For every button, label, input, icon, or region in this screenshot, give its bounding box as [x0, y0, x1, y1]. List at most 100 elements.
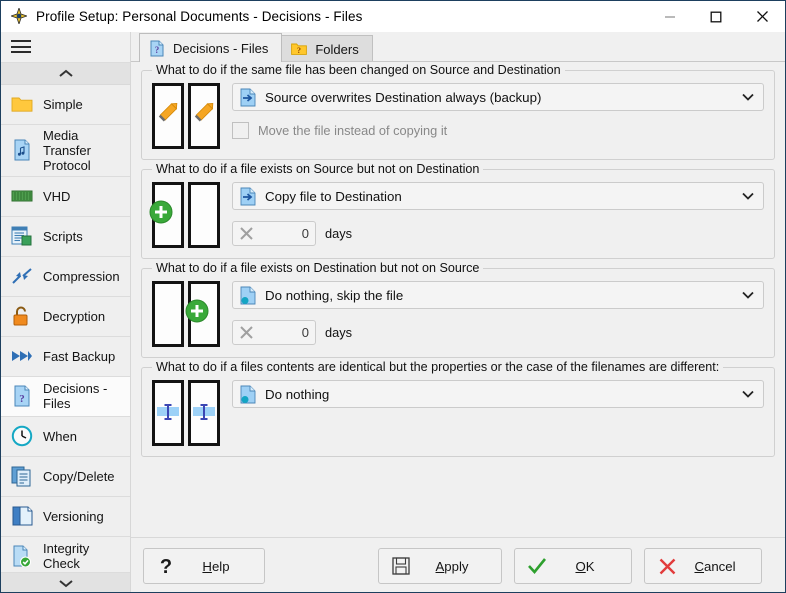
blue-dot-file-icon — [239, 285, 257, 305]
tab-folders[interactable]: ? Folders — [281, 35, 373, 62]
tab-strip: ? Decisions - Files ? Folders — [131, 32, 785, 62]
menu-button[interactable] — [1, 32, 130, 62]
script-icon — [11, 225, 33, 247]
question-folder-icon: ? — [291, 41, 308, 57]
sidebar-item-label: Decryption — [43, 308, 106, 324]
sidebar-item-decryption[interactable]: Decryption — [1, 296, 130, 337]
group-title: What to do if the same file has been cha… — [152, 63, 565, 77]
sidebar-item-fast-backup[interactable]: Fast Backup — [1, 336, 130, 377]
sidebar-scroll-up-button[interactable] — [1, 61, 130, 84]
spinner-row-destination-only: 0 days — [232, 320, 764, 345]
days-value: 0 — [301, 325, 309, 340]
sidebar-item-copy-delete[interactable]: Copy/Delete — [1, 456, 130, 497]
clock-icon — [11, 425, 33, 447]
group-title: What to do if a file exists on Source bu… — [152, 162, 484, 176]
question-mark-icon: ? — [154, 555, 178, 577]
group-destination-only: What to do if a file exists on Destinati… — [141, 261, 775, 358]
combo-value: Source overwrites Destination always (ba… — [265, 89, 542, 105]
sidebar-item-label: When — [43, 428, 77, 444]
folder-icon — [11, 93, 33, 115]
sidebar-item-scripts[interactable]: Scripts — [1, 216, 130, 257]
music-file-icon — [11, 139, 33, 161]
grey-x-icon — [237, 325, 255, 340]
sidebar-item-label: Integrity Check — [43, 541, 90, 572]
sidebar-item-compression[interactable]: Compression — [1, 256, 130, 297]
maximize-button[interactable] — [693, 1, 739, 32]
copy-icon — [11, 465, 33, 487]
combo-identical-contents[interactable]: Do nothing — [232, 380, 764, 408]
sidebar-item-label: Compression — [43, 268, 120, 284]
window-title: Profile Setup: Personal Documents - Deci… — [36, 8, 363, 24]
combo-destination-only[interactable]: Do nothing, skip the file — [232, 281, 764, 309]
chevron-down-icon — [58, 580, 73, 588]
two-pages-pencil-pencil-icon — [152, 83, 220, 149]
cancel-button[interactable]: Cancel — [644, 548, 762, 584]
group-title: What to do if a file exists on Destinati… — [152, 261, 484, 275]
profile-setup-window: Profile Setup: Personal Documents - Deci… — [0, 0, 786, 593]
sidebar-item-label: VHD — [43, 188, 71, 204]
sidebar-item-vhd[interactable]: VHD — [1, 176, 130, 217]
combo-value: Do nothing, skip the file — [265, 287, 404, 303]
hamburger-icon — [11, 37, 31, 57]
sidebar-item-when[interactable]: When — [1, 416, 130, 457]
sidebar-item-label: Decisions - Files — [43, 381, 108, 412]
floppy-disk-icon — [389, 555, 413, 577]
sidebar-item-media-transfer-protocol[interactable]: Media Transfer Protocol — [1, 124, 130, 177]
settings-content: What to do if the same file has been cha… — [131, 62, 785, 537]
check-file-icon — [11, 545, 33, 568]
tab-decisions-files[interactable]: ? Decisions - Files — [139, 33, 283, 62]
chevron-down-icon[interactable] — [733, 390, 763, 398]
days-spinner[interactable]: 0 — [232, 221, 316, 246]
dialog-button-bar: ? Help Apply OK Cancel — [131, 537, 785, 592]
svg-text:?: ? — [160, 556, 172, 577]
sidebar-scroll-down-button[interactable] — [1, 572, 130, 592]
checkbox-row-move-file[interactable]: Move the file instead of copying it — [232, 122, 764, 139]
ok-button[interactable]: OK — [514, 548, 632, 584]
days-unit-label: days — [325, 325, 353, 340]
chevron-up-icon — [58, 69, 73, 77]
group-source-only: What to do if a file exists on Source bu… — [141, 162, 775, 259]
window-body: Simple Media Transfer Protocol VHD Scrip… — [1, 32, 785, 592]
apply-button[interactable]: Apply — [378, 548, 502, 584]
combo-source-only[interactable]: Copy file to Destination — [232, 182, 764, 210]
title-bar: Profile Setup: Personal Documents - Deci… — [1, 1, 785, 32]
close-button[interactable] — [739, 1, 785, 32]
ok-label: OK — [575, 558, 595, 574]
chevron-down-icon[interactable] — [733, 291, 763, 299]
sidebar-item-label: Versioning — [43, 508, 104, 524]
sidebar-item-label: Scripts — [43, 228, 83, 244]
svg-text:?: ? — [155, 45, 160, 55]
chevron-down-icon[interactable] — [733, 93, 763, 101]
two-pages-plus-left-icon — [149, 182, 220, 248]
question-file-icon: ? — [11, 385, 33, 407]
sidebar-item-integrity-check[interactable]: Integrity Check — [1, 536, 130, 572]
two-pages-ibeam-icon — [152, 380, 220, 446]
fast-forward-icon — [11, 345, 33, 367]
sidebar-item-simple[interactable]: Simple — [1, 84, 130, 125]
combo-same-file-changed[interactable]: Source overwrites Destination always (ba… — [232, 83, 764, 111]
sidebar-item-decisions-files[interactable]: ? Decisions - Files — [1, 376, 130, 417]
combo-value: Copy file to Destination — [265, 188, 402, 204]
green-check-icon — [525, 555, 549, 577]
blue-arrow-file-icon — [239, 186, 257, 206]
move-file-label: Move the file instead of copying it — [258, 123, 448, 138]
svg-text:?: ? — [19, 393, 25, 405]
sidebar-item-label: Simple — [43, 96, 83, 112]
sidebar: Simple Media Transfer Protocol VHD Scrip… — [1, 32, 131, 592]
red-x-icon — [655, 555, 679, 577]
days-value: 0 — [301, 226, 309, 241]
sidebar-nav-list: Simple Media Transfer Protocol VHD Scrip… — [1, 83, 130, 572]
sidebar-item-label: Media Transfer Protocol — [43, 127, 91, 173]
drive-icon — [11, 185, 33, 207]
two-pages-plus-right-icon — [152, 281, 220, 347]
move-file-checkbox[interactable] — [232, 122, 249, 139]
chevron-down-icon[interactable] — [733, 192, 763, 200]
compress-arrows-icon — [11, 265, 33, 287]
help-button[interactable]: ? Help — [143, 548, 265, 584]
days-spinner[interactable]: 0 — [232, 320, 316, 345]
compass-icon — [11, 8, 27, 24]
days-unit-label: days — [325, 226, 353, 241]
sidebar-item-versioning[interactable]: Versioning — [1, 496, 130, 537]
minimize-button[interactable] — [647, 1, 693, 32]
spinner-row-source-only: 0 days — [232, 221, 764, 246]
